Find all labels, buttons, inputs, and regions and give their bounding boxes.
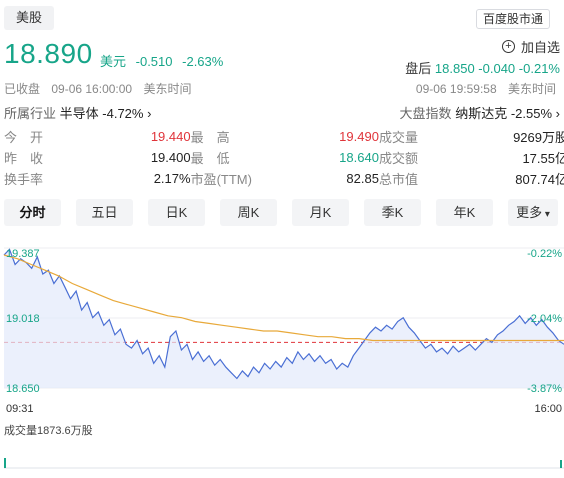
index-label: 大盘指数 <box>399 106 452 121</box>
close-status: 已收盘 09-06 16:00:00 美东时间 <box>4 80 199 97</box>
price-meta: 美元 -0.510 -2.63% <box>100 51 229 70</box>
baidu-stock-button[interactable]: 百度股市通 <box>475 9 550 29</box>
after-hours-quote: 盘后 18.850 -0.040 -0.21% <box>405 58 560 77</box>
after-hours-tz: 美东时间 <box>507 82 556 96</box>
x-axis-label: 09:31 <box>6 403 34 415</box>
tab-3[interactable]: 周K <box>220 199 277 226</box>
stat-gap <box>262 168 301 189</box>
stat-gap <box>74 168 113 189</box>
plus-icon: + <box>501 40 515 53</box>
stat-value: 9269万股 <box>513 130 564 145</box>
stat-label: 成交额 <box>378 151 418 166</box>
volume-bar <box>4 458 6 468</box>
x-axis-label: 16:00 <box>534 403 562 415</box>
stat-gap <box>262 126 301 147</box>
stat-value: 2.17% <box>153 171 191 186</box>
stat-label: 市盈(TTM) <box>190 172 252 187</box>
tab-label: 季K <box>381 205 404 220</box>
stat-label: 总市值 <box>378 172 418 187</box>
stat-value: 807.74亿 <box>515 172 564 187</box>
tab-label: 月K <box>309 205 332 220</box>
pct-axis-label: -3.87% <box>527 383 562 395</box>
tab-label: 更多 <box>516 205 543 220</box>
tab-label: 年K <box>453 205 476 220</box>
industry-link[interactable]: 所属行业 半导体 -4.72% › <box>4 103 151 122</box>
tab-7[interactable]: 更多 ▾ <box>508 199 558 226</box>
index-link[interactable]: 大盘指数 纳斯达克 -2.55% › <box>400 103 560 122</box>
tab-5[interactable]: 季K <box>364 199 421 226</box>
price-change: -0.510 <box>135 54 173 69</box>
tab-4[interactable]: 月K <box>292 199 349 226</box>
after-hours-timestamp: 09-06 19:59:58 <box>415 82 497 96</box>
stat-value: 19.400 <box>150 150 191 165</box>
tab-label: 五日 <box>91 205 118 220</box>
chevron-right-icon: › <box>147 106 152 121</box>
pct-axis-label: -2.04% <box>527 313 562 325</box>
tab-2[interactable]: 日K <box>148 199 205 226</box>
after-hours-label: 盘后 <box>405 61 432 76</box>
tab-0[interactable]: 分时 <box>4 199 61 226</box>
after-hours-change-pct: -0.21% <box>518 61 560 76</box>
watch-label: 加自选 <box>520 40 560 55</box>
stat-gap <box>443 168 482 189</box>
after-hours-time: 09-06 19:59:58 美东时间 <box>416 80 564 97</box>
stat-label: 最 高 <box>190 130 230 145</box>
stat-value: 19.490 <box>339 129 379 144</box>
index-change: -2.55% <box>510 106 553 121</box>
chevron-right-icon: › <box>555 106 560 121</box>
industry-change: -4.72% <box>102 106 144 121</box>
stats-row: 昨 收 19.400 最 低 18.640 成交额 17.55亿 <box>4 147 564 168</box>
y-axis-label: 19.018 <box>6 313 40 325</box>
status-time: 09-06 16:00:00 <box>51 82 133 96</box>
stat-value: 19.440 <box>150 129 191 144</box>
intraday-chart: 19.387 19.018 18.650 -0.22% -2.04% -3.87% 09:3… <box>3 247 564 469</box>
tab-6[interactable]: 年K <box>436 199 493 226</box>
status-label: 已收盘 <box>4 82 41 96</box>
stat-value: 17.55亿 <box>522 151 564 166</box>
add-watchlist-button[interactable]: + 加自选 <box>501 37 560 56</box>
index-name: 纳斯达克 <box>455 106 508 121</box>
status-tz: 美东时间 <box>143 82 192 96</box>
stats-row: 今 开 19.440 最 高 19.490 成交量 9269万股 <box>4 126 564 147</box>
chevron-down-icon: ▾ <box>542 209 550 220</box>
stat-label: 今 开 <box>4 130 44 145</box>
after-hours-price: 18.850 <box>434 61 475 76</box>
y-axis-label: 19.387 <box>6 248 40 260</box>
market-tag[interactable]: 美股 <box>4 6 54 30</box>
tab-label: 日K <box>165 205 188 220</box>
volume-label: 成交量1873.6万股 <box>4 423 93 437</box>
stat-value: 82.85 <box>346 171 379 186</box>
current-price: 18.890 <box>4 38 93 69</box>
price-change-pct: -2.63% <box>182 54 224 69</box>
stat-value: 18.640 <box>339 150 379 165</box>
stat-label: 换手率 <box>4 172 44 187</box>
tab-label: 周K <box>237 205 260 220</box>
tab-1[interactable]: 五日 <box>76 199 133 226</box>
industry-name: 半导体 <box>59 106 99 121</box>
quote-stats-table: 今 开 19.440 最 高 19.490 成交量 9269万股昨 收 19.400 最 低 1… <box>4 126 564 189</box>
stat-label: 昨 收 <box>4 151 44 166</box>
industry-label: 所属行业 <box>4 106 57 121</box>
volume-bar <box>560 460 562 468</box>
tab-label: 分时 <box>19 205 46 220</box>
stat-label: 成交量 <box>378 130 418 145</box>
stats-row: 换手率 2.17% 市盈(TTM) 82.85 总市值 807.74亿 <box>4 168 564 189</box>
price-area <box>4 249 564 388</box>
stat-gap <box>74 147 113 168</box>
stat-label: 最 低 <box>190 151 230 166</box>
period-tabs: 分时 五日 日K 周K 月K 季K 年K 更多 ▾ <box>4 199 558 226</box>
stat-gap <box>74 126 113 147</box>
stat-gap <box>262 147 301 168</box>
stat-gap <box>443 147 482 168</box>
after-hours-change: -0.040 <box>478 61 516 76</box>
currency-label: 美元 <box>100 54 127 69</box>
y-axis-label: 18.650 <box>6 383 40 395</box>
stat-gap <box>443 126 482 147</box>
pct-axis-label: -0.22% <box>527 248 562 260</box>
